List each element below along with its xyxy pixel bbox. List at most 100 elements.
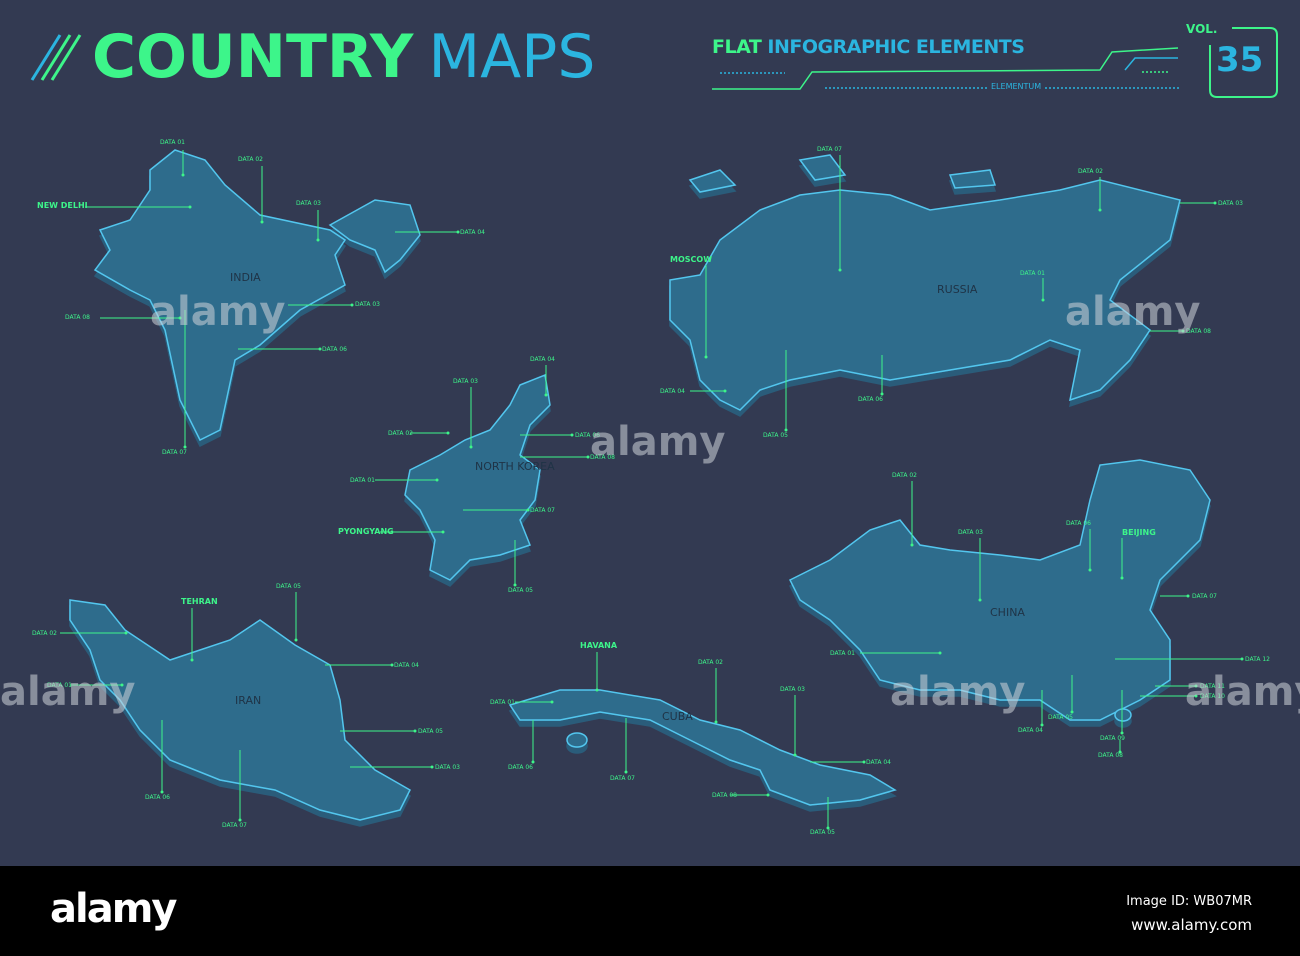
leader-dot	[1186, 594, 1190, 598]
map-russia-islands[interactable]	[688, 154, 997, 193]
data-label: DATA 01	[1020, 270, 1045, 277]
vol-label: VOL.	[1186, 22, 1218, 36]
subtitle-infographic: INFOGRAPHIC ELEMENTS	[767, 36, 1025, 58]
data-label: DATA 02	[388, 430, 413, 437]
leader-dot	[1098, 208, 1102, 212]
leader-dot	[793, 753, 797, 757]
data-label: DATA 02	[698, 659, 723, 666]
data-label: DATA 07	[1192, 593, 1217, 600]
data-label: DATA 06	[1066, 520, 1091, 527]
leader-dot	[1120, 576, 1124, 580]
infographic-canvas: INDIA DATA 01 DATA 02 NEW DELHI DATA 03 DATA …	[0, 0, 1300, 866]
title-maps: MAPS	[428, 22, 596, 92]
data-label: DATA 07	[530, 507, 555, 514]
watermark-text: alamy	[150, 289, 285, 335]
leader-dot	[430, 765, 434, 769]
data-label: DATA 03	[1218, 200, 1243, 207]
data-label: DATA 07	[222, 822, 247, 829]
data-label: DATA 12	[1245, 656, 1270, 663]
leader-dot	[550, 700, 554, 704]
watermark-text: alamy	[1185, 669, 1300, 715]
data-label: DATA 04	[660, 388, 685, 395]
country-name: RUSSIA	[937, 283, 978, 296]
leader-dot	[1240, 657, 1244, 661]
data-label: DATA 05	[508, 587, 533, 594]
leader-dot	[181, 173, 185, 177]
footer-bar: alamy Image ID: WB07MR www.alamy.com	[0, 866, 1300, 956]
data-label: DATA 05	[810, 829, 835, 836]
data-label: TEHRAN	[181, 597, 218, 606]
leader-dot	[260, 220, 264, 224]
data-label: DATA 03	[355, 301, 380, 308]
data-label: DATA 01	[160, 139, 185, 146]
data-label: PYONGYANG	[338, 527, 394, 536]
data-label: DATA 06	[858, 396, 883, 403]
leader-dot	[350, 303, 354, 307]
watermark-text: alamy	[1065, 289, 1200, 335]
map-cuba-isla-juventud[interactable]	[566, 732, 588, 748]
data-label: DATA 07	[817, 146, 842, 153]
leader-dot	[441, 530, 445, 534]
data-label: DATA 01	[490, 699, 515, 706]
maps-layer: INDIA DATA 01 DATA 02 NEW DELHI DATA 03 DATA …	[0, 27, 1300, 836]
subtitle-flat: FLAT	[712, 36, 762, 58]
title-country: COUNTRY	[92, 22, 414, 92]
vol-number: 35	[1216, 40, 1264, 80]
data-label: DATA 07	[162, 449, 187, 456]
data-label: DATA 09	[1100, 735, 1125, 742]
footer-logo: alamy	[50, 886, 177, 932]
data-label: DATA 08	[1098, 752, 1123, 759]
data-label: DATA 01	[830, 650, 855, 657]
data-label: DATA 04	[530, 356, 555, 363]
watermark-text: alamy	[590, 419, 725, 465]
data-label: MOSCOW	[670, 255, 712, 264]
leader-dot	[1213, 201, 1217, 205]
data-label: DATA 08	[712, 792, 737, 799]
leader-dot	[704, 355, 708, 359]
country-name: IRAN	[235, 694, 261, 707]
leader-dot	[413, 729, 417, 733]
data-label: DATA 04	[866, 759, 891, 766]
data-label: DATA 07	[610, 775, 635, 782]
map-north-korea[interactable]	[404, 373, 551, 581]
footer-url: www.alamy.com	[1131, 916, 1252, 934]
data-label: DATA 02	[1078, 168, 1103, 175]
data-label: BEIJING	[1122, 528, 1156, 537]
leader-dot	[446, 431, 450, 435]
data-label: DATA 06	[508, 764, 533, 771]
data-label: DATA 05	[1048, 714, 1073, 721]
leader-dot	[714, 720, 718, 724]
data-label: DATA 03	[435, 764, 460, 771]
data-label: DATA 03	[780, 686, 805, 693]
leader-dot	[624, 770, 628, 774]
leader-dot	[766, 793, 770, 797]
data-label: DATA 06	[145, 794, 170, 801]
data-label: DATA 04	[460, 229, 485, 236]
country-name: CHINA	[990, 606, 1025, 619]
subtitle: FLAT INFOGRAPHIC ELEMENTS	[712, 36, 1025, 58]
data-label: DATA 03	[958, 529, 983, 536]
leader-dot	[1088, 568, 1092, 572]
leader-dot	[124, 631, 128, 635]
leader-dot	[190, 658, 194, 662]
data-label: DATA 02	[32, 630, 57, 637]
data-label: DATA 05	[763, 432, 788, 439]
map-china-hainan[interactable]	[1114, 708, 1132, 722]
map-cuba[interactable]	[508, 689, 897, 806]
title: COUNTRY MAPS	[92, 22, 595, 92]
leader-dot	[910, 543, 914, 547]
leader-dot	[435, 478, 439, 482]
leader-dot	[544, 393, 548, 397]
brand-label: ELEMENTUM	[988, 82, 1045, 91]
leader-dot	[595, 688, 599, 692]
data-label: DATA 01	[350, 477, 375, 484]
data-label: HAVANA	[580, 641, 618, 650]
data-label: DATA 04	[1018, 727, 1043, 734]
leader-dot	[570, 433, 574, 437]
leader-dot	[294, 638, 298, 642]
data-label: DATA 08	[65, 314, 90, 321]
watermark-text: alamy	[890, 669, 1025, 715]
map-india-northeast[interactable]	[328, 199, 421, 274]
country-name: INDIA	[230, 271, 261, 284]
leader-dot	[1041, 298, 1045, 302]
